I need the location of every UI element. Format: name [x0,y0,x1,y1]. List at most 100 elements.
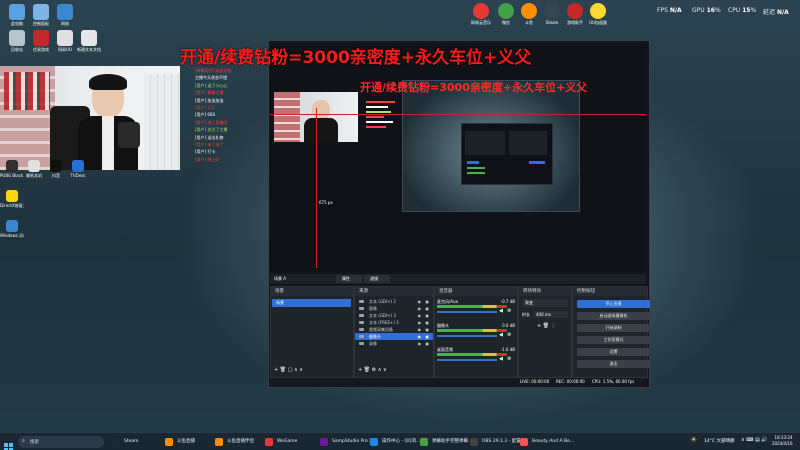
transition-add-remove[interactable]: + 🗑 ⋮ [537,323,556,329]
desktop-icon[interactable]: TVDesk [66,160,90,178]
banner-main: 开通/续费钻粉=3000亲密度+永久车位+义父 [180,48,532,68]
duration-input[interactable]: 400 ms [533,311,568,318]
source-item[interactable]: 录像 ◉ ▣ [355,340,433,347]
source-item[interactable]: 文本 (FREE+) 3 ◉ ▣ [355,319,433,326]
control-button[interactable]: 设置 [577,348,650,356]
source-toolbar-icons[interactable]: + 🗑 ⚙ ∧ ∨ [358,367,387,373]
desktop-icon[interactable]: 新建文本文档 [74,30,104,52]
tray-icons[interactable]: ∧ ⌨ ▤ 🔊 [741,437,768,443]
scenes-header: 场景 [271,287,353,296]
controls-dock: 控制按钮 停止直播启动虚拟摄像机 开始录制工作室模式设置退出 [572,286,650,378]
control-button[interactable]: 停止直播 [577,300,650,308]
banner-inner: 开通/续费钻粉=3000亲密度+永久车位+义父 [360,81,588,94]
clock[interactable]: 18:13:24 2024/4/16 [772,435,793,447]
desktop-icon[interactable]: Windows 风格之家 [0,220,24,238]
app-icon [33,4,49,20]
gear-icon[interactable]: ⚙ [507,356,511,362]
obs-scene-toolbar: 场景 A 属性 滤镜 [270,274,646,284]
transitions-header: 转场特效 [519,287,571,296]
source-item[interactable]: 文本 (GDI+) 3 ◉ ▣ [355,312,433,319]
chat-line: [用户] 送出礼物 [195,134,224,140]
gear-icon[interactable]: ⚙ [507,332,511,338]
visibility-eye-icon[interactable]: ◉ [418,298,422,305]
source-type-icon [359,300,364,303]
preview-nested-desktop [402,80,580,212]
lock-icon[interactable]: ▣ [425,312,429,319]
taskbar-app[interactable]: Beauty And A Be... [520,436,578,448]
speaker-icon[interactable]: ◀ [499,308,503,314]
mixer-channel: 摄像头 0.0 dB ◀ ⚙ [437,323,515,345]
gpu-readout: GPU 16% [692,7,721,14]
lock-icon[interactable]: ▣ [425,333,429,340]
speaker-icon[interactable]: ◀ [499,332,503,338]
app-icon [6,160,18,172]
chat-line: [用户] 送了小心心 [195,82,228,88]
app-icon [498,3,514,19]
taskbar-app-icon [420,438,428,446]
scene-tab[interactable]: 场景 A [274,276,286,282]
app-icon [6,190,18,202]
filters-button[interactable]: 滤镜 [364,275,390,283]
search-box[interactable]: ⌕ 搜索 [18,436,104,448]
control-button[interactable]: 启动虚拟摄像机 [577,312,650,320]
weather-text[interactable]: 14°C 大部晴朗 [704,438,735,444]
scene-item-selected[interactable]: 场景 [272,299,351,307]
control-button[interactable]: 开始录制 [577,324,650,332]
app-icon [9,30,25,46]
source-item[interactable]: 文本 (GDI+) 2 ◉ ▣ [355,298,433,305]
volume-slider[interactable] [437,359,497,361]
source-item[interactable]: 图像 ◉ ▣ [355,305,433,312]
desktop-icon[interactable]: UU加速器 [583,3,613,25]
visibility-eye-icon[interactable]: ◉ [418,326,422,333]
transition-select[interactable]: 渐变 [522,299,568,307]
source-item[interactable]: 摄像头 ◉ ▣ [355,333,433,340]
chat-line: [用户] 加油加油 [195,97,224,103]
sources-header: 来源 [355,287,433,296]
taskbar-app[interactable]: Steam [112,436,170,448]
chat-line: 主播今天状态不错 [195,75,227,81]
lock-icon[interactable]: ▣ [425,305,429,312]
visibility-eye-icon[interactable]: ◉ [418,340,422,347]
cpu-readout: CPU 15% [728,7,757,14]
speaker-icon[interactable]: ◀ [499,356,503,362]
lock-icon[interactable]: ▣ [425,298,429,305]
lock-icon[interactable]: ▣ [425,326,429,333]
lock-icon[interactable]: ▣ [425,340,429,347]
desktop-icon[interactable]: 聊纸本机 [22,160,46,178]
gear-icon[interactable]: ⚙ [507,308,511,314]
source-item[interactable]: 视频采集设备 ◉ ▣ [355,326,433,333]
volume-meter [437,305,507,308]
control-button[interactable]: 退出 [577,360,650,368]
status-cpu: CPU: 1.5%, 60.00 fps [592,379,635,384]
preview-guide-horizontal [270,114,646,115]
desktop-icon[interactable]: DirectX修复工具 [0,190,24,208]
volume-slider[interactable] [437,335,497,337]
taskbar-app-icon [470,438,478,446]
visibility-eye-icon[interactable]: ◉ [418,312,422,319]
source-type-icon [359,307,364,310]
taskbar-app[interactable]: WeGame [265,436,323,448]
properties-button[interactable]: 属性 [336,275,362,283]
control-button[interactable]: 工作室模式 [577,336,650,344]
app-icon [28,160,40,172]
source-type-icon [359,321,364,324]
visibility-eye-icon[interactable]: ◉ [418,333,422,340]
desktop-icon[interactable]: PUBG Black Budget Pl... [0,160,24,178]
duration-label: 时长 [522,312,530,317]
start-button[interactable] [4,437,13,450]
volume-slider[interactable] [437,311,497,313]
scene-toolbar-icons[interactable]: + 🗑 ▢ ∧ ∨ [274,367,303,373]
lock-icon[interactable]: ▣ [425,319,429,326]
visibility-eye-icon[interactable]: ◉ [418,319,422,326]
app-icon [521,3,537,19]
source-type-icon [359,342,364,345]
taskbar: ⌕ 搜索 Steam 斗鱼直播 斗鱼直播伴侣 WeGame SampStudio Pro… [0,432,800,450]
controls-header: 控制按钮 [573,287,647,296]
windows-icon [4,443,13,450]
taskbar-app-icon [112,438,120,446]
desktop-icon[interactable]: 网络 [50,4,80,26]
app-icon [544,3,560,19]
visibility-eye-icon[interactable]: ◉ [418,305,422,312]
desktop-icon[interactable]: 抖音 [44,160,68,178]
app-icon [9,4,25,20]
